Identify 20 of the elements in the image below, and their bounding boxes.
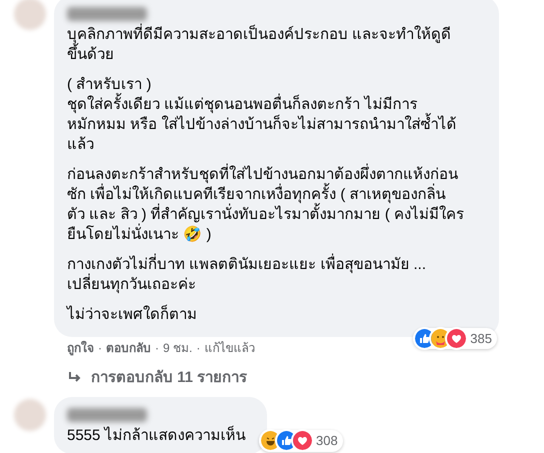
avatar[interactable] — [14, 398, 46, 430]
dot-separator: · — [155, 340, 159, 357]
reaction-count: 308 — [316, 432, 338, 450]
comment-paragraph: 5555 ไม่กล้าแสดงความเห็น — [67, 426, 247, 446]
dot-separator: · — [98, 340, 102, 357]
comment-paragraph: บุคลิกภาพที่ดีมีความสะอาดเป็นองค์ประกอบ และจะทำให้ดูดี ขึ้นด้วย — [67, 25, 486, 65]
reaction-count: 385 — [470, 330, 492, 348]
comment-paragraph: ไม่ว่าจะเพศใดก็ตาม — [67, 305, 198, 325]
edited-label: แก้ไขแล้ว — [204, 340, 256, 357]
comment-paragraph: กางเกงตัวไม่กี่บาท แพลตตินัมเยอะแยะ เพื่อสุขอนามัย ... เปลี่ยนทุกวันเถอะค่ะ — [67, 255, 486, 295]
comment-paragraph: ( สำหรับเรา ) ชุดใส่ครั้งเดียว แม้แต่ชุดนอนพอตื่นก็ลงตะกร้า ไม่มีการ หมักหมม หรือ ใส่ไปข้างล่างบ้านก็จะไม่สามารถนำมาใส่ซ้ำได้ แล้ว — [67, 75, 458, 155]
action-link[interactable]: ตอบกลับ — [106, 339, 151, 357]
reaction-badge[interactable]: 385 — [413, 328, 497, 349]
comment-paragraph: ก่อนลงตะกร้าสำหรับชุดที่ใส่ไปข้างนอกมาต้องผึ่งตากแห้งก่อน ซัก เพื่อไม่ให้เกิดแบคทีเรียจากเหงื่อทุกครั้ง ( สาเหตุของกลิ่น ตัว และ สิว ) ที่สำคัญเรานั่งทับอะไรมาตั้งมากมาย ( คงไม่มีใคร ยืนโดยไม่นั่งเนาะ 🤣 ) — [67, 165, 486, 245]
dot-separator: · — [196, 340, 200, 357]
replies-link[interactable]: การตอบกลับ 11 รายการ — [91, 367, 248, 390]
avatar[interactable] — [14, 0, 46, 30]
reaction-badge[interactable]: 308 — [259, 430, 343, 452]
timestamp: 9 ชม. — [163, 340, 192, 357]
action-link[interactable]: ถูกใจ — [67, 339, 94, 357]
